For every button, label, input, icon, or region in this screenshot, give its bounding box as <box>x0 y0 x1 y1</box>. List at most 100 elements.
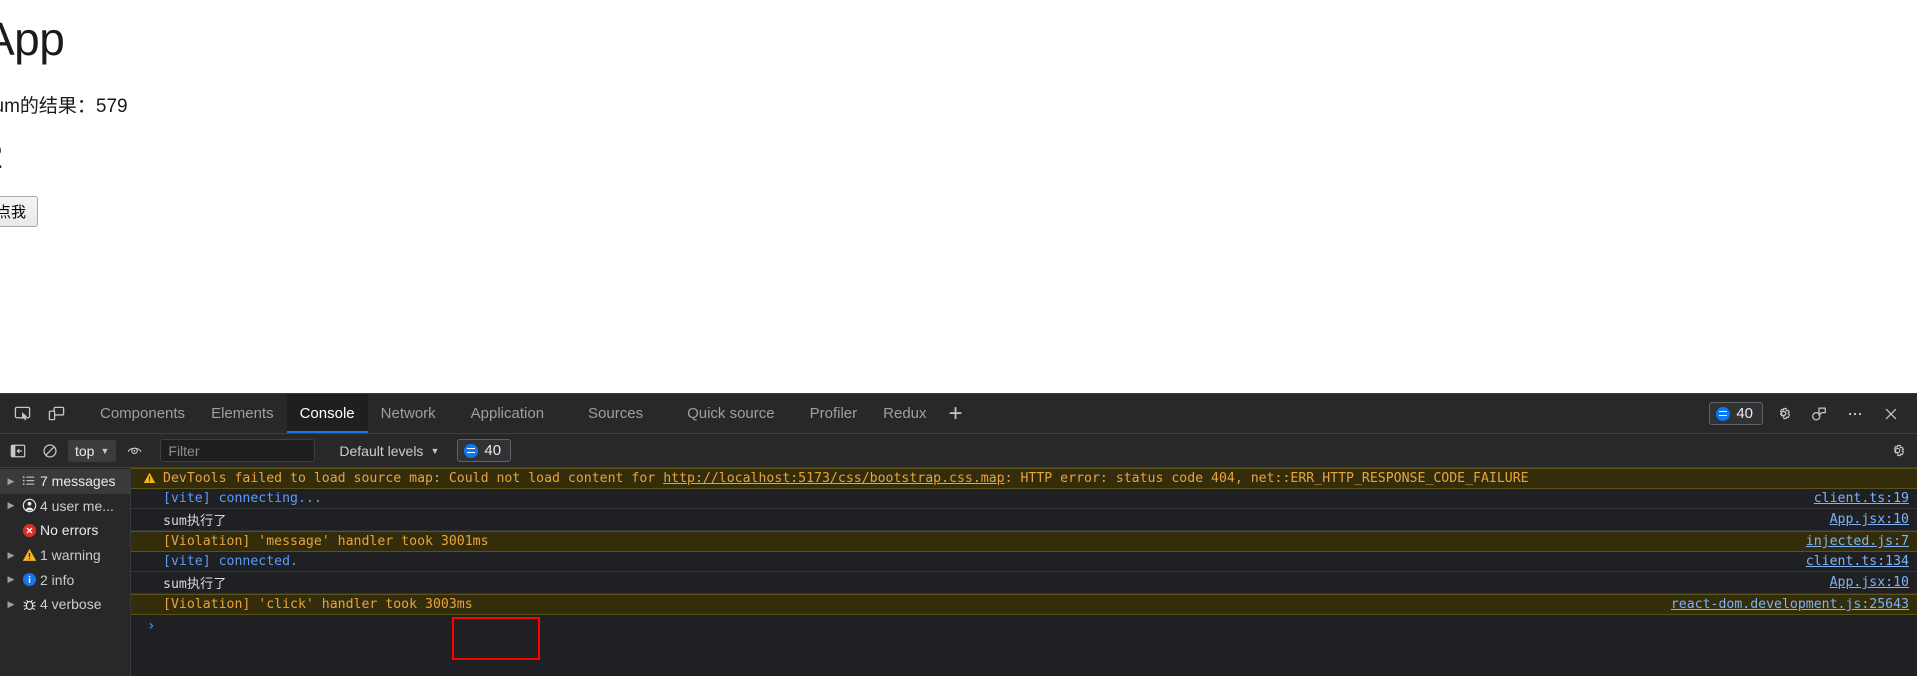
devtools-tab-list: Components Elements Console Network Appl… <box>87 394 1709 433</box>
tab-label: Profiler <box>810 405 858 422</box>
close-devtools-icon[interactable] <box>1875 399 1907 429</box>
show-console-sidebar-icon[interactable] <box>4 438 32 464</box>
tab-label: Elements <box>211 405 274 422</box>
execution-context-selector[interactable]: top ▼ <box>68 440 116 462</box>
click-me-button[interactable]: 点我 <box>0 196 38 227</box>
console-message-vite-connecting[interactable]: [vite] connecting... client.ts:19 <box>131 489 1917 510</box>
warning-text-after: : HTTP error: status code 404, net::ERR_… <box>1005 471 1529 486</box>
settings-gear-icon[interactable] <box>1767 399 1799 429</box>
console-prompt-caret-icon: › <box>147 618 155 634</box>
tab-label: Console <box>300 405 355 422</box>
console-message-list[interactable]: DevTools failed to load source map: Coul… <box>131 468 1917 676</box>
console-source-link[interactable]: client.ts:134 <box>1792 554 1909 569</box>
tab-redux[interactable]: Redux <box>870 394 939 433</box>
console-source-link[interactable]: client.ts:19 <box>1800 491 1909 506</box>
console-source-link[interactable]: react-dom.development.js:25643 <box>1657 597 1909 612</box>
source-map-url-link[interactable]: http://localhost:5173/css/bootstrap.css.… <box>663 471 1004 486</box>
inspect-element-icon[interactable] <box>5 394 39 433</box>
devtools-tabbar-actions: 40 <box>1709 394 1917 433</box>
warning-icon <box>139 472 159 484</box>
sidebar-item-verbose[interactable]: ▶ 4 verbose <box>0 592 130 617</box>
execution-context-value: top <box>75 443 94 459</box>
log-levels-value: Default levels <box>339 443 423 459</box>
tab-application[interactable]: Application <box>449 394 566 433</box>
tab-label: Quick source <box>687 405 775 422</box>
sidebar-item-errors[interactable]: No errors <box>0 518 130 543</box>
feedback-icon[interactable] <box>1803 399 1835 429</box>
console-message-text: [Violation] 'message' handler took 3001m… <box>131 534 1792 549</box>
log-levels-selector[interactable]: Default levels ▼ <box>339 443 439 459</box>
tab-elements[interactable]: Elements <box>198 394 287 433</box>
console-message-text: DevTools failed to load source map: Coul… <box>159 471 1909 486</box>
console-message-log[interactable]: sum执行了 App.jsx:10 <box>131 572 1917 594</box>
counter-value: 2 <box>0 140 1917 174</box>
info-icon <box>18 572 40 587</box>
console-settings-gear-icon[interactable] <box>1883 438 1911 464</box>
console-message-warning[interactable]: DevTools failed to load source map: Coul… <box>131 468 1917 489</box>
warning-icon <box>18 548 40 562</box>
console-message-violation-message-handler[interactable]: [Violation] 'message' handler took 3001m… <box>131 531 1917 552</box>
device-toolbar-icon[interactable] <box>39 394 73 433</box>
console-filter-input[interactable] <box>160 439 315 462</box>
console-filter-toolbar: top ▼ Default levels ▼ 40 <box>0 434 1917 468</box>
expand-arrow-icon[interactable]: ▶ <box>4 550 18 561</box>
tab-label: Network <box>381 405 436 422</box>
issues-count-badge[interactable]: 40 <box>457 439 511 462</box>
console-message-text: [Violation] 'click' handler took 3003ms <box>131 597 1657 612</box>
sum-result-text: sum的结果：579 <box>0 91 1917 118</box>
expand-arrow-icon[interactable]: ▶ <box>4 599 18 610</box>
message-count-value: 40 <box>1736 405 1753 422</box>
error-icon <box>18 523 40 538</box>
sidebar-item-label: 4 user me... <box>40 498 114 514</box>
console-source-link[interactable]: injected.js:7 <box>1792 534 1909 549</box>
console-message-text: sum执行了 <box>131 573 1816 592</box>
console-prompt-row[interactable]: › <box>131 615 1917 637</box>
chevron-down-icon: ▼ <box>430 446 439 456</box>
sidebar-item-messages[interactable]: ▶ 7 messages <box>0 469 130 494</box>
user-icon <box>18 498 40 513</box>
devtools-tabbar: Components Elements Console Network Appl… <box>0 394 1917 434</box>
clear-console-icon[interactable] <box>36 438 64 464</box>
console-message-violation-click-handler[interactable]: [Violation] 'click' handler took 3003ms … <box>131 594 1917 615</box>
tab-components[interactable]: Components <box>87 394 198 433</box>
tab-label: Application <box>471 405 544 422</box>
tab-quick-source[interactable]: Quick source <box>665 394 797 433</box>
tab-label: Sources <box>588 405 643 422</box>
sidebar-item-label: 7 messages <box>40 473 115 489</box>
issues-count-value: 40 <box>484 442 501 459</box>
tab-label: Components <box>100 405 185 422</box>
sidebar-item-info[interactable]: ▶ 2 info <box>0 567 130 592</box>
sidebar-item-label: 4 verbose <box>40 596 101 612</box>
expand-arrow-icon[interactable]: ▶ <box>4 500 18 511</box>
page-title: App <box>0 14 1917 65</box>
console-message-text: [vite] connecting... <box>131 491 1800 506</box>
message-count-badge[interactable]: 40 <box>1709 402 1763 425</box>
tab-label: Redux <box>883 405 926 422</box>
expand-arrow-icon[interactable]: ▶ <box>4 476 18 487</box>
sidebar-item-label: No errors <box>40 522 98 538</box>
web-page-viewport: App sum的结果：579 2 点我 <box>0 0 1917 393</box>
warning-text-before: DevTools failed to load source map: Coul… <box>163 471 663 486</box>
sidebar-item-warnings[interactable]: ▶ 1 warning <box>0 543 130 568</box>
console-message-text: [vite] connected. <box>131 554 1792 569</box>
console-message-vite-connected[interactable]: [vite] connected. client.ts:134 <box>131 552 1917 573</box>
console-source-link[interactable]: App.jsx:10 <box>1816 575 1909 590</box>
chat-bubble-icon <box>464 444 478 458</box>
console-body: ▶ 7 messages ▶ <box>0 468 1917 676</box>
tab-sources[interactable]: Sources <box>566 394 665 433</box>
tab-network[interactable]: Network <box>368 394 449 433</box>
console-message-text: sum执行了 <box>131 510 1816 529</box>
add-tab-button[interactable]: + <box>940 394 972 433</box>
more-options-icon[interactable] <box>1839 399 1871 429</box>
expand-arrow-icon[interactable]: ▶ <box>4 574 18 585</box>
list-icon <box>18 474 40 488</box>
tab-profiler[interactable]: Profiler <box>797 394 871 433</box>
tab-console[interactable]: Console <box>287 394 368 433</box>
create-live-expression-icon[interactable] <box>120 438 148 464</box>
console-sidebar: ▶ 7 messages ▶ <box>0 468 131 676</box>
devtools-panel: Components Elements Console Network Appl… <box>0 393 1917 675</box>
console-message-log[interactable]: sum执行了 App.jsx:10 <box>131 509 1917 531</box>
sidebar-item-user-messages[interactable]: ▶ 4 user me... <box>0 494 130 519</box>
console-source-link[interactable]: App.jsx:10 <box>1816 512 1909 527</box>
bug-icon <box>18 597 40 612</box>
